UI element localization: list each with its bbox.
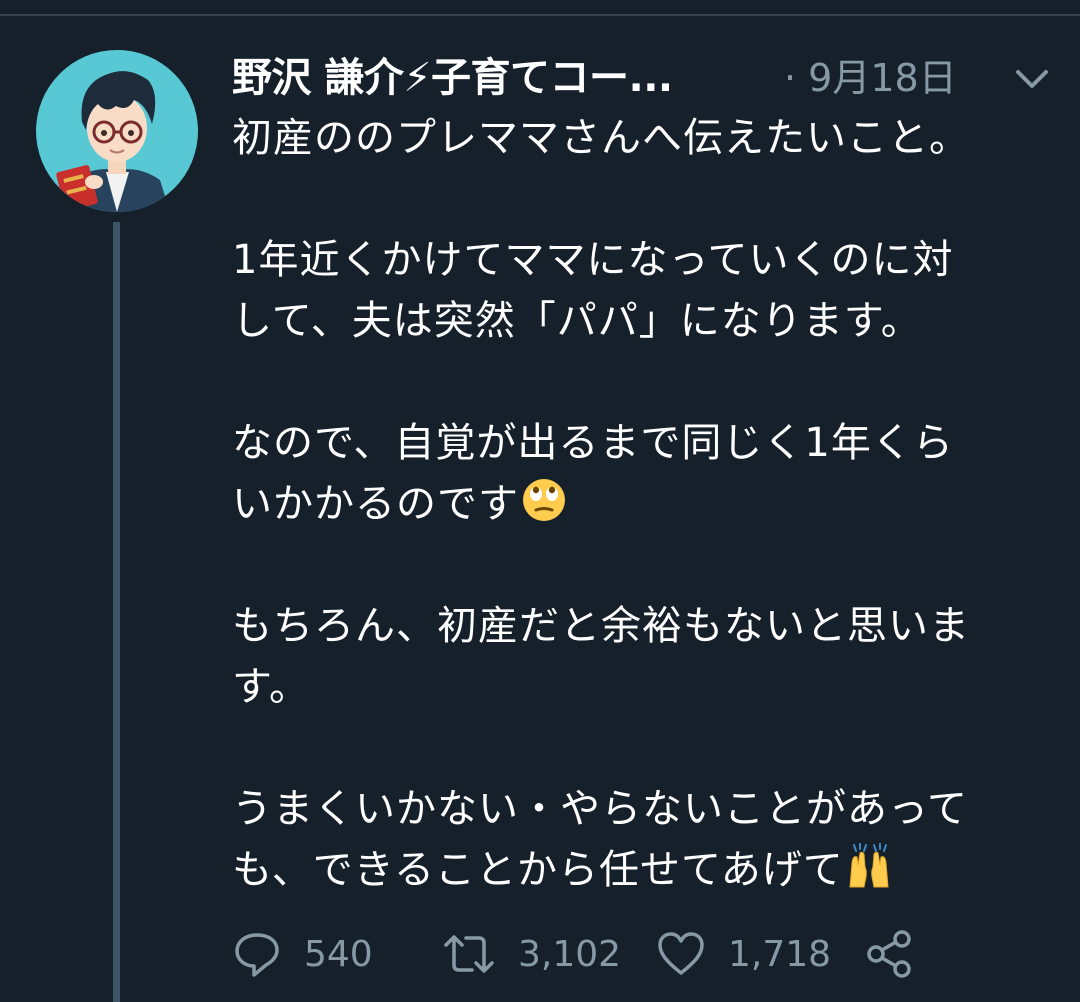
tweet-paragraph-text: もちろん、初産だと余裕もないと思いま す。: [232, 603, 970, 710]
tweet-date[interactable]: · 9月18日: [784, 54, 957, 102]
retweet-icon: [444, 935, 494, 973]
tweet-actions: 540 3,102 1,718: [232, 922, 1052, 986]
raising-hands-emoji: [849, 843, 889, 888]
tweet-paragraph: うまくいかない・やらないことがあって も、できることから任せてあげて: [232, 779, 1052, 901]
retweet-button[interactable]: 3,102: [442, 928, 621, 980]
top-divider: [0, 0, 1080, 16]
tweet-paragraph: 初産ののプレママさんへ伝えたいこと。: [232, 108, 1052, 169]
retweet-count: 3,102: [518, 933, 622, 975]
tweet-paragraph: なので、自覚が出るまで同じく1年くら いかかるのです: [232, 413, 1052, 535]
avatar-illustration-icon: [36, 50, 198, 212]
tweet-paragraph: もちろん、初産だと余裕もないと思いま す。: [232, 596, 1052, 718]
like-count: 1,718: [728, 933, 832, 975]
tweet-paragraph-text: 初産ののプレママさんへ伝えたいこと。: [232, 115, 970, 161]
tweet-header: 野沢 謙介⚡子育てコー... · 9月18日: [232, 50, 1052, 106]
tweet-paragraph: 1年近くかけてママになっていくのに対 して、夫は突然「パパ」になります。: [232, 230, 1052, 352]
reply-button[interactable]: 540: [232, 928, 373, 980]
reply-count: 540: [304, 933, 373, 975]
author-avatar[interactable]: [36, 50, 198, 212]
like-button[interactable]: 1,718: [656, 928, 831, 980]
author-display-name[interactable]: 野沢 謙介⚡子育てコー...: [232, 54, 673, 102]
thread-line: [113, 222, 120, 1002]
reply-icon: [235, 933, 279, 977]
tweet-paragraph-text: 1年近くかけてママになっていくのに対 して、夫は突然「パパ」になります。: [232, 237, 954, 344]
share-icon: [867, 930, 911, 978]
share-button[interactable]: [864, 928, 916, 980]
tweet-text: 初産ののプレママさんへ伝えたいこと。 1年近くかけてママになっていくのに対 して…: [232, 108, 1052, 962]
chevron-down-icon[interactable]: [1014, 66, 1050, 92]
face-with-rolling-eyes-emoji: [523, 479, 565, 521]
tweet-paragraph-text: なので、自覚が出るまで同じく1年くら いかかるのです: [232, 420, 954, 527]
heart-icon: [658, 932, 704, 975]
